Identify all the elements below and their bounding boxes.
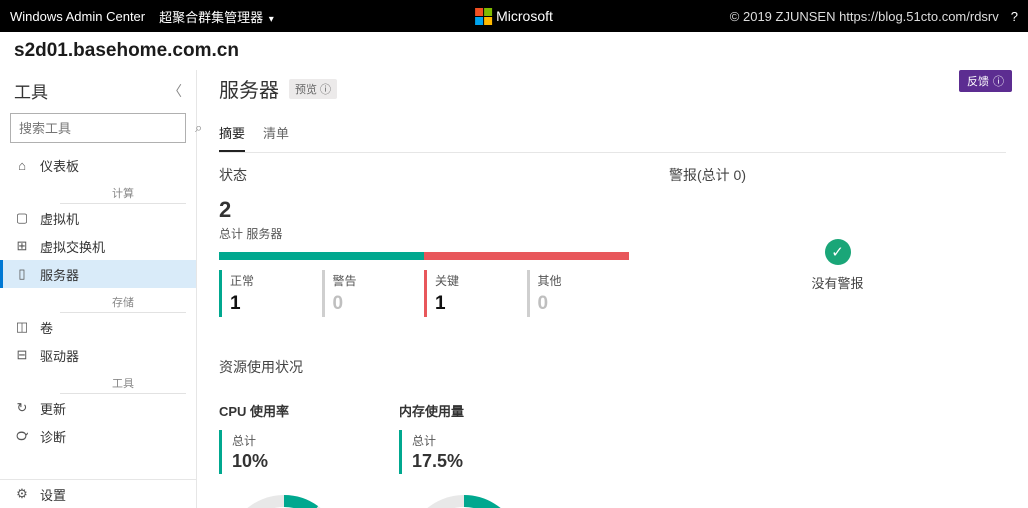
sidebar-item-diagnostics[interactable]: ℺ 诊断: [0, 422, 196, 450]
feedback-button[interactable]: 反馈 ⓘ: [959, 70, 1012, 92]
sidebar-item-label: 服务器: [40, 265, 79, 284]
sidebar: 工具 〈 ⌕ ⌂ 仪表板 计算 ▢ 虚拟机 ⊞ 虚拟交换机 ▯ 服务器 存储: [0, 70, 197, 508]
mem-sub: 总计: [412, 432, 519, 449]
sidebar-item-label: 设置: [40, 485, 66, 504]
stethoscope-icon: ℺: [14, 428, 30, 444]
search-input[interactable]: [19, 121, 195, 136]
extension-picker[interactable]: 超聚合群集管理器 ▾: [159, 7, 274, 26]
sidebar-item-label: 仪表板: [40, 156, 79, 175]
stat-ok[interactable]: 正常 1: [219, 270, 322, 317]
tools-title: 工具: [14, 78, 48, 103]
app-name[interactable]: Windows Admin Center: [10, 9, 145, 24]
resources-title: 资源使用状况: [219, 357, 629, 377]
sidebar-item-label: 驱动器: [40, 346, 79, 365]
preview-badge[interactable]: 预览 ⓘ: [289, 79, 337, 99]
mem-title: 内存使用量: [399, 401, 529, 420]
watermark-text: © 2019 ZJUNSEN https://blog.51cto.com/rd…: [730, 9, 999, 24]
sidebar-item-label: 虚拟交换机: [40, 237, 105, 256]
server-icon: ▯: [14, 266, 30, 282]
cpu-title: CPU 使用率: [219, 401, 349, 420]
stat-other[interactable]: 其他 0: [527, 270, 630, 317]
status-total: 2: [219, 197, 629, 223]
stat-label: 关键: [435, 272, 519, 289]
mem-card: 内存使用量 总计 17.5%: [399, 401, 529, 508]
sidebar-item-label: 更新: [40, 399, 66, 418]
tab-inventory[interactable]: 清单: [263, 117, 289, 152]
microsoft-logo-icon: [475, 8, 492, 25]
sidebar-item-servers[interactable]: ▯ 服务器: [0, 260, 196, 288]
update-icon: ↻: [14, 400, 30, 416]
stat-label: 警告: [333, 272, 417, 289]
collapse-sidebar-icon[interactable]: 〈: [168, 81, 182, 101]
stat-warn[interactable]: 警告 0: [322, 270, 425, 317]
sidebar-item-label: 虚拟机: [40, 209, 79, 228]
group-storage: 存储: [60, 290, 186, 313]
stat-label: 正常: [230, 272, 314, 289]
tab-summary[interactable]: 摘要: [219, 117, 245, 152]
preview-label: 预览: [295, 81, 317, 97]
cluster-name: s2d01.basehome.com.cn: [0, 32, 1028, 70]
help-icon[interactable]: ?: [1011, 9, 1018, 24]
sidebar-item-dashboard[interactable]: ⌂ 仪表板: [0, 151, 196, 179]
search-input-wrap[interactable]: ⌕: [10, 113, 186, 143]
sidebar-item-label: 诊断: [40, 427, 66, 446]
stat-value: 1: [230, 293, 314, 315]
home-icon: ⌂: [14, 158, 30, 173]
cpu-donut-chart: [219, 488, 349, 508]
group-compute: 计算: [60, 181, 186, 204]
stat-label: 其他: [538, 272, 622, 289]
sidebar-item-settings[interactable]: ⚙ 设置: [0, 480, 196, 508]
stat-value: 0: [538, 293, 622, 315]
stat-crit[interactable]: 关键 1: [424, 270, 527, 317]
alerts-section: 警报(总计 0) ✓ 没有警报: [669, 165, 1006, 508]
info-icon: ⓘ: [320, 81, 331, 97]
mem-donut-chart: [399, 488, 529, 508]
chevron-down-icon: ▾: [269, 14, 274, 25]
tabs: 摘要 清单: [219, 117, 1006, 153]
alerts-title: 警报(总计 0): [669, 165, 1006, 185]
brand-text: Microsoft: [496, 8, 553, 24]
sidebar-item-volumes[interactable]: ◫ 卷: [0, 313, 196, 341]
status-bar-chart: [219, 252, 629, 260]
info-icon: ⓘ: [993, 73, 1004, 89]
vm-icon: ▢: [14, 210, 30, 226]
stat-value: 1: [435, 293, 519, 315]
stat-value: 0: [333, 293, 417, 315]
bar-seg-ok: [219, 252, 424, 260]
alerts-empty-text: 没有警报: [811, 273, 863, 292]
extension-name: 超聚合群集管理器: [159, 10, 263, 25]
topbar: Windows Admin Center 超聚合群集管理器 ▾ Microsof…: [0, 0, 1028, 32]
sidebar-item-label: 卷: [40, 318, 53, 337]
group-tools: 工具: [60, 371, 186, 394]
switch-icon: ⊞: [14, 238, 30, 254]
page-title: 服务器: [219, 74, 279, 103]
sidebar-item-vswitch[interactable]: ⊞ 虚拟交换机: [0, 232, 196, 260]
cpu-sub: 总计: [232, 432, 339, 449]
bar-seg-crit: [424, 252, 629, 260]
drive-icon: ⊟: [14, 347, 30, 363]
sidebar-item-vm[interactable]: ▢ 虚拟机: [0, 204, 196, 232]
mem-value: 17.5%: [412, 451, 519, 472]
sidebar-item-updates[interactable]: ↻ 更新: [0, 394, 196, 422]
status-total-label: 总计 服务器: [219, 225, 629, 242]
check-circle-icon: ✓: [825, 239, 851, 265]
feedback-label: 反馈: [967, 73, 989, 89]
status-title: 状态: [219, 165, 629, 185]
sidebar-item-drives[interactable]: ⊟ 驱动器: [0, 341, 196, 369]
gear-icon: ⚙: [14, 486, 30, 502]
volume-icon: ◫: [14, 319, 30, 335]
status-section: 状态 2 总计 服务器 正常 1 警告 0: [219, 165, 629, 508]
cpu-value: 10%: [232, 451, 339, 472]
brand: Microsoft: [475, 8, 553, 25]
main: 反馈 ⓘ 服务器 预览 ⓘ 摘要 清单 状态 2 总计 服务器: [197, 70, 1028, 508]
cpu-card: CPU 使用率 总计 10%: [219, 401, 349, 508]
